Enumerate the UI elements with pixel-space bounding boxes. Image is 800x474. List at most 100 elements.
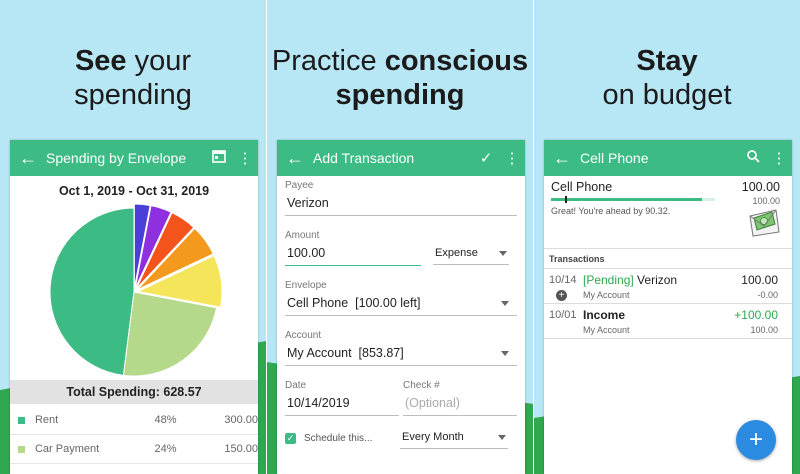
payee-label: Payee	[285, 180, 314, 191]
account-value: My Account [853.87]	[287, 346, 404, 360]
txn-date: 10/14	[549, 274, 577, 286]
budget-progress-fill	[551, 198, 702, 201]
ahead-message: Great! You're ahead by 90.32.	[551, 206, 671, 216]
check-number-field[interactable]: (Optional)	[403, 393, 517, 416]
chevron-down-icon	[499, 250, 507, 256]
txn-payee: Verizon	[633, 273, 678, 287]
txn-title: [Pending] Verizon	[583, 273, 677, 287]
row-name: Rent	[34, 414, 59, 426]
txn-amount: 100.00	[741, 273, 778, 287]
budget-amount: 100.00	[752, 196, 780, 206]
pie-slice[interactable]	[122, 291, 218, 377]
transaction-list: 10/14 [Pending] Verizon 100.00 + My Acco…	[544, 268, 792, 339]
txn-status: [Pending]	[583, 273, 634, 287]
headline-conscious-spending: Practice conscious spending	[267, 44, 533, 112]
list-item[interactable]: Car Payment 24% 150.00	[10, 435, 258, 464]
row-pct: 48%	[154, 414, 177, 426]
add-transaction-fab[interactable]: +	[736, 420, 776, 460]
headline-line2: spending	[335, 79, 465, 111]
envelope-label: Envelope	[285, 280, 327, 291]
chevron-down-icon	[501, 350, 509, 356]
app-bar: ← Cell Phone ⋮	[544, 140, 792, 176]
search-icon[interactable]	[740, 149, 766, 167]
headline-line2: spending	[74, 79, 192, 111]
date-range: Oct 1, 2019 - Oct 31, 2019	[58, 184, 210, 198]
panel-conscious-spending: Practice conscious spending ← Add Transa…	[267, 0, 533, 474]
amount-label: Amount	[285, 230, 320, 241]
frequency-dropdown[interactable]: Every Month	[400, 428, 508, 449]
headline-see-spending: See your spending	[0, 44, 266, 112]
date-field[interactable]: 10/14/2019	[285, 393, 399, 416]
txn-date: 10/01	[549, 309, 577, 321]
table-row[interactable]: 10/14 [Pending] Verizon 100.00 + My Acco…	[544, 269, 792, 304]
overflow-menu-icon[interactable]: ⋮	[766, 149, 792, 167]
envelope-dropdown[interactable]: Cell Phone [100.00 left]	[285, 293, 517, 316]
phone-envelope-detail: ← Cell Phone ⋮ Cell Phone 100.00 100.00 …	[544, 140, 792, 474]
panel-see-spending: See your spending ← Spending by Envelope…	[0, 0, 266, 474]
add-circle-icon[interactable]: +	[556, 290, 567, 301]
total-spending: Total Spending: 628.57	[10, 380, 258, 404]
envelope-value: Cell Phone [100.00 left]	[287, 296, 421, 310]
txn-account: My Account	[583, 290, 630, 300]
transaction-form: Payee Verizon Amount 100.00 Expense Enve…	[277, 176, 525, 449]
back-arrow-icon[interactable]: ←	[544, 148, 580, 169]
row-amount: 150.00	[224, 443, 258, 455]
schedule-label: Schedule this...	[304, 433, 373, 444]
txn-amount: +100.00	[734, 308, 778, 322]
overflow-menu-icon[interactable]: ⋮	[499, 149, 525, 167]
type-value: Expense	[435, 247, 478, 259]
envelope-amount: 100.00	[741, 180, 780, 194]
headline-line2: on budget	[602, 79, 732, 111]
row-pct: 24%	[154, 443, 177, 455]
envelope-list: Rent 48% 300.00 Car Payment 24% 150.00	[10, 406, 258, 464]
txn-payee: Income	[583, 308, 626, 322]
transactions-header: Transactions	[549, 254, 605, 264]
headline-bold: See	[74, 45, 127, 77]
headline-bold: Stay	[636, 45, 698, 77]
calendar-icon[interactable]	[206, 149, 232, 167]
legend-swatch	[18, 416, 25, 424]
headline-stay-on-budget: Stay on budget	[534, 44, 800, 112]
progress-marker	[565, 196, 567, 203]
back-arrow-icon[interactable]: ←	[277, 148, 313, 169]
app-bar: ← Spending by Envelope ⋮	[10, 140, 258, 176]
envelope-summary: Cell Phone 100.00 100.00 Great! You're a…	[544, 176, 792, 249]
pie-slice[interactable]	[49, 207, 135, 376]
budget-progress-bar	[551, 196, 715, 203]
row-amount: 300.00	[224, 414, 258, 426]
promo-stage: See your spending ← Spending by Envelope…	[0, 0, 800, 474]
table-row[interactable]: 10/01 Income +100.00 My Account 100.00	[544, 304, 792, 339]
overflow-menu-icon[interactable]: ⋮	[232, 149, 258, 167]
date-label: Date	[285, 380, 307, 391]
panel-stay-on-budget: Stay on budget ← Cell Phone ⋮ Cell Phone…	[534, 0, 800, 474]
screen-title: Add Transaction	[313, 150, 415, 166]
phone-spending: ← Spending by Envelope ⋮ Oct 1, 2019 - O…	[10, 140, 258, 474]
txn-account: My Account	[583, 325, 630, 335]
schedule-checkbox[interactable]: ✓	[285, 433, 296, 444]
frequency-value: Every Month	[402, 431, 464, 443]
headline-text: your	[126, 45, 192, 77]
legend-swatch	[18, 445, 25, 453]
check-label: Check #	[403, 380, 440, 391]
txn-balance: -0.00	[757, 290, 778, 300]
screen-title: Cell Phone	[580, 150, 649, 166]
screen-title: Spending by Envelope	[46, 150, 187, 166]
txn-balance: 100.00	[750, 325, 778, 335]
chevron-down-icon	[498, 434, 506, 440]
row-name: Car Payment	[34, 443, 100, 455]
account-dropdown[interactable]: My Account [853.87]	[285, 343, 517, 366]
envelope-name: Cell Phone	[551, 180, 613, 194]
phone-add-transaction: ← Add Transaction ✓ ⋮ Payee Verizon Amou…	[277, 140, 525, 474]
pie-chart[interactable]	[10, 200, 258, 378]
money-envelope-icon	[746, 206, 782, 243]
headline-bold: conscious	[384, 45, 529, 77]
checkmark-icon[interactable]: ✓	[473, 149, 499, 167]
payee-field[interactable]: Verizon	[285, 193, 517, 216]
account-label: Account	[285, 330, 322, 341]
type-dropdown[interactable]: Expense	[433, 244, 509, 265]
headline-text: Practice	[271, 45, 385, 77]
app-bar: ← Add Transaction ✓ ⋮	[277, 140, 525, 176]
back-arrow-icon[interactable]: ←	[10, 148, 46, 169]
amount-field[interactable]: 100.00	[285, 243, 421, 266]
list-item[interactable]: Rent 48% 300.00	[10, 406, 258, 435]
